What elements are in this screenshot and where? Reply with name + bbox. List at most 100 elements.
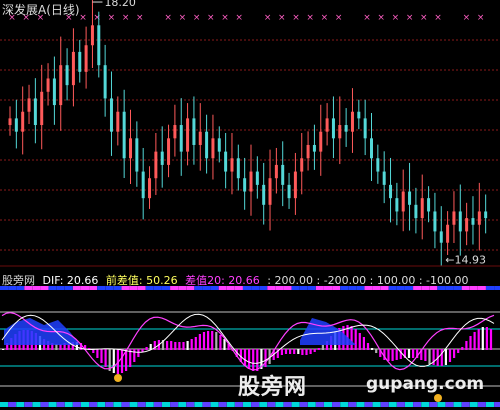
histogram-bar	[461, 347, 464, 350]
histogram-bar	[96, 349, 99, 358]
signal-strip-bottom	[153, 402, 162, 407]
candle-body	[192, 118, 196, 145]
signal-hand-icon	[434, 394, 442, 402]
signal-strip-bottom	[324, 402, 332, 407]
candle-body	[211, 138, 215, 159]
candle-body	[274, 164, 278, 179]
top-marker: ×	[136, 13, 144, 23]
candle-body	[363, 118, 367, 139]
signal-strip-bottom	[453, 402, 462, 407]
histogram-bar	[202, 332, 206, 350]
top-marker: ×	[164, 13, 172, 23]
signal-strip-bottom	[121, 402, 130, 407]
top-marker: ×	[306, 13, 314, 23]
histogram-bar	[293, 349, 296, 354]
signal-strip-bottom	[64, 402, 73, 407]
signal-strip-bottom	[413, 402, 422, 407]
signal-strip-bottom	[469, 402, 478, 407]
signal-strip-bottom	[372, 402, 381, 407]
candle-body	[148, 178, 152, 199]
signal-strip-bottom	[243, 402, 251, 407]
histogram-bar	[112, 349, 115, 373]
watermark-cn: 股旁网	[238, 375, 308, 400]
histogram-bar	[137, 349, 140, 357]
histogram-bar	[428, 349, 431, 364]
histogram-bar	[358, 333, 361, 350]
top-marker: ×	[292, 13, 300, 23]
histogram-bar	[366, 343, 370, 350]
histogram-bar	[465, 341, 468, 350]
histogram-bar	[371, 348, 374, 350]
candle-body	[154, 151, 158, 179]
candle-body	[471, 218, 475, 225]
candle-body	[27, 98, 31, 112]
candle-body	[395, 198, 399, 212]
signal-strip-bottom	[8, 402, 17, 407]
histogram-bar	[280, 349, 283, 355]
candle-body	[382, 171, 386, 185]
candle-body	[236, 158, 240, 179]
candle-body	[21, 111, 25, 132]
candle-body	[338, 125, 342, 139]
indicator-dif: DIF: 20.66	[42, 274, 99, 287]
signal-strip-bottom	[234, 402, 243, 407]
top-marker: ×	[193, 13, 201, 23]
candle-body	[420, 198, 424, 219]
signal-strip-bottom	[210, 402, 219, 407]
top-marker: ×	[207, 13, 215, 23]
signal-strip-bottom	[226, 402, 235, 407]
candle-body	[287, 184, 291, 199]
signal-strip-top	[477, 286, 486, 290]
top-marker: ×	[122, 13, 130, 23]
signal-strip-bottom	[445, 402, 454, 407]
candle-body	[52, 78, 56, 106]
signal-strip-bottom	[40, 402, 49, 407]
histogram-bar	[412, 349, 415, 358]
signal-strip-bottom	[291, 402, 300, 407]
candle-body	[14, 118, 18, 132]
top-marker: ×	[235, 13, 243, 23]
top-marker: ×	[434, 13, 442, 23]
signal-strip-bottom	[283, 402, 292, 407]
candle-body	[46, 78, 50, 92]
signal-strip-bottom	[145, 402, 154, 407]
candle-body	[116, 111, 120, 132]
candle-body	[350, 111, 354, 132]
signal-strip-bottom	[97, 402, 106, 407]
histogram-bar	[313, 349, 316, 352]
candle-body	[262, 184, 266, 205]
histogram-bar	[317, 348, 320, 350]
histogram-bar	[211, 331, 214, 350]
histogram-bar	[219, 335, 222, 350]
candle-body	[90, 25, 94, 46]
candle-body	[465, 218, 469, 232]
histogram-bar	[407, 349, 411, 358]
top-marker: ×	[363, 13, 371, 23]
signal-strip-bottom	[332, 402, 341, 407]
candle-body	[59, 65, 63, 106]
signal-strip-bottom	[178, 402, 187, 407]
histogram-bar	[215, 332, 218, 350]
histogram-bar	[120, 349, 124, 373]
indicator-header: 股旁网 DIF: 20.66 前差值: 50.26 差值20: 20.66 : …	[2, 272, 473, 288]
histogram-bar	[453, 349, 456, 358]
candle-body	[135, 138, 139, 172]
candle-body	[217, 138, 221, 152]
candle-body	[8, 118, 12, 126]
top-marker: ×	[221, 13, 229, 23]
signal-strip-bottom	[259, 402, 268, 407]
top-marker: ×	[264, 13, 272, 23]
signal-strip-top	[486, 286, 494, 290]
histogram-bar	[473, 332, 476, 350]
signal-strip-bottom	[494, 402, 500, 407]
signal-strip-bottom	[218, 402, 227, 407]
histogram-bar	[350, 326, 353, 350]
candle-body	[427, 198, 431, 212]
top-marker: ×	[463, 13, 471, 23]
candle-body	[97, 25, 101, 66]
candle-body	[312, 144, 316, 152]
candle-body	[129, 138, 132, 159]
histogram-bar	[100, 349, 103, 363]
histogram-bar	[174, 342, 177, 350]
candle-body	[446, 224, 450, 243]
